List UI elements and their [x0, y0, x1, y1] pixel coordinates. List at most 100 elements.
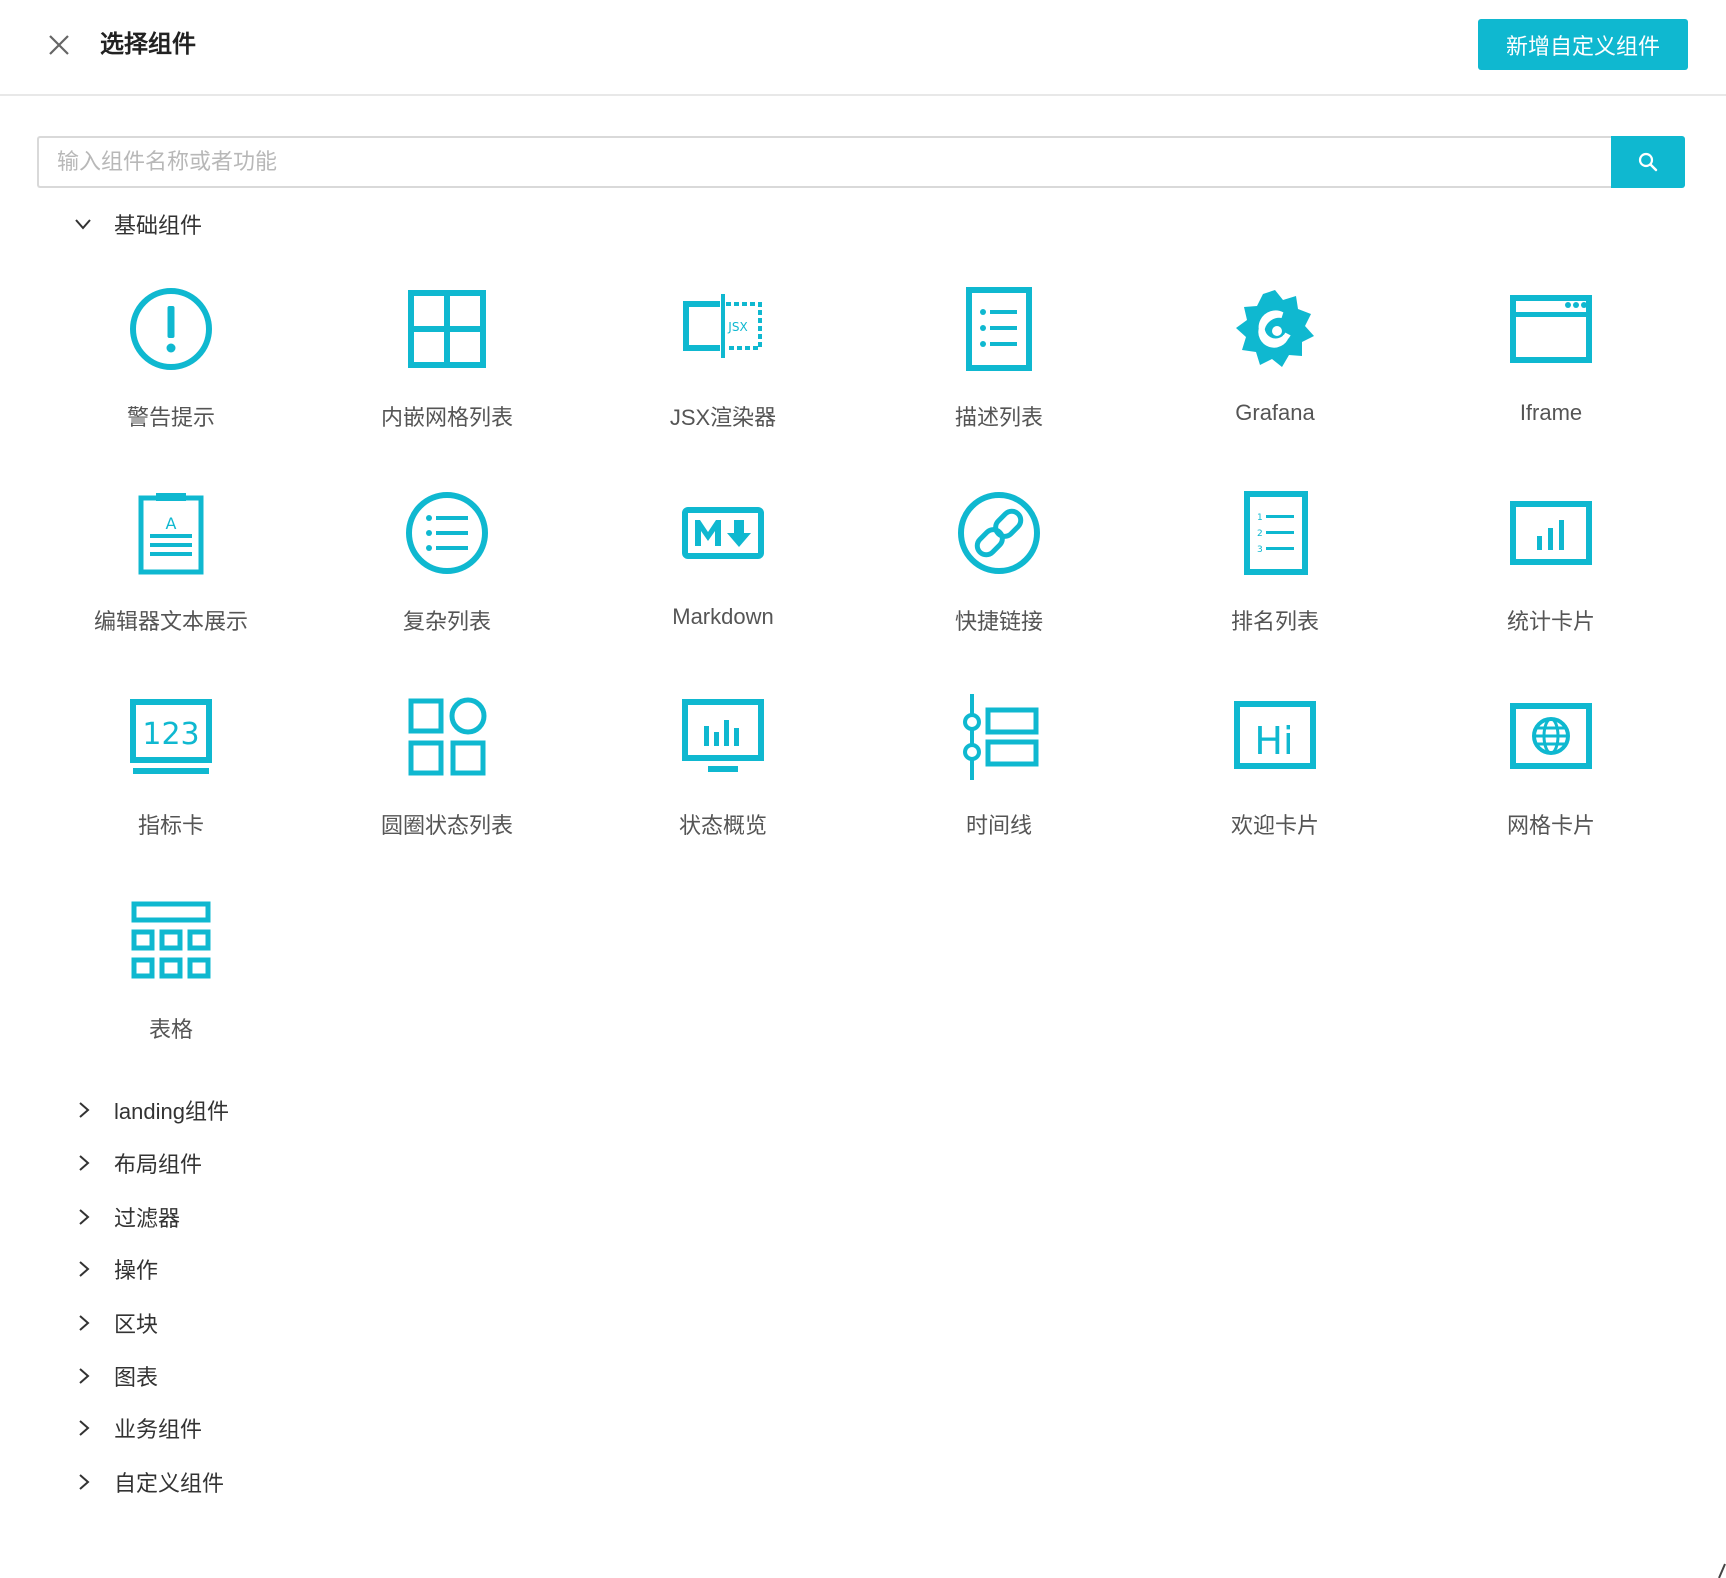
- component-tile-welcome-card[interactable]: Hi 欢迎卡片: [1137, 670, 1413, 874]
- group-header-basic[interactable]: 基础组件: [72, 206, 202, 242]
- group-label: 图表: [114, 1365, 159, 1390]
- component-tile-jsx[interactable]: JSX JSX渲染器: [585, 262, 861, 466]
- component-tile-timeline[interactable]: 时间线: [861, 670, 1137, 874]
- component-tile-markdown[interactable]: Markdown: [585, 466, 861, 670]
- tile-label: 圆圈状态列表: [380, 813, 513, 838]
- tile-label: 快捷链接: [954, 609, 1043, 634]
- component-tile-alert[interactable]: 警告提示: [33, 262, 309, 466]
- group-header-block[interactable]: 区块: [72, 1305, 158, 1341]
- jsx-icon: JSX: [683, 294, 762, 358]
- alert-icon: [130, 288, 212, 370]
- tile-label: 统计卡片: [1506, 609, 1595, 634]
- component-tile-table[interactable]: 表格: [33, 874, 309, 1078]
- svg-text:1: 1: [1257, 513, 1263, 523]
- stats-card-icon: [1510, 501, 1592, 565]
- group-header-layout[interactable]: 布局组件: [72, 1145, 202, 1181]
- tile-label: 编辑器文本展示: [93, 609, 248, 634]
- close-icon[interactable]: [44, 30, 74, 60]
- chevron-right-icon: [79, 1420, 90, 1436]
- group-label: 自定义组件: [114, 1471, 225, 1496]
- tile-label: 排名列表: [1230, 609, 1319, 634]
- status-overview-icon: [682, 699, 764, 772]
- group-header-custom[interactable]: 自定义组件: [72, 1464, 224, 1500]
- chevron-down-icon: [75, 219, 91, 230]
- group-label: 基础组件: [114, 213, 203, 238]
- svg-text:123: 123: [142, 717, 199, 752]
- circle-status-icon: [408, 697, 487, 776]
- group-label: 过滤器: [114, 1206, 181, 1231]
- tile-label: Iframe: [1519, 400, 1583, 425]
- ranking-list-icon: 1 2 3: [1244, 491, 1308, 575]
- svg-text:3: 3: [1257, 545, 1263, 555]
- add-custom-component-button[interactable]: 新增自定义组件: [1478, 19, 1688, 70]
- group-header-business[interactable]: 业务组件: [72, 1410, 202, 1446]
- svg-text:A: A: [166, 514, 177, 533]
- component-tile-grafana[interactable]: Grafana: [1137, 262, 1413, 466]
- chevron-right-icon: [79, 1209, 90, 1225]
- svg-text:2: 2: [1257, 529, 1263, 539]
- component-tile-complex-list[interactable]: 复杂列表: [309, 466, 585, 670]
- grafana-icon: [1236, 290, 1314, 367]
- component-tile-circle-status[interactable]: 圆圈状态列表: [309, 670, 585, 874]
- group-header-filter[interactable]: 过滤器: [72, 1199, 180, 1235]
- component-tile-ranking-list[interactable]: 1 2 3 排名列表: [1137, 466, 1413, 670]
- tile-label: 时间线: [965, 813, 1032, 838]
- tile-label: 欢迎卡片: [1230, 813, 1319, 838]
- tile-label: 内嵌网格列表: [380, 405, 513, 430]
- chevron-right-icon: [79, 1368, 90, 1384]
- metric-card-icon: 123: [130, 699, 212, 774]
- search-button[interactable]: [1611, 136, 1685, 188]
- group-label: 区块: [114, 1312, 159, 1337]
- group-label: 布局组件: [114, 1152, 203, 1177]
- tile-label: 警告提示: [126, 405, 215, 430]
- grid-list-icon: [408, 290, 486, 368]
- group-header-chart[interactable]: 图表: [72, 1358, 158, 1394]
- grid-card-icon: [1510, 703, 1592, 769]
- markdown-icon: [682, 507, 764, 559]
- tile-label: 状态概览: [678, 813, 767, 838]
- component-tile-quick-link[interactable]: 快捷链接: [861, 466, 1137, 670]
- tile-label: JSX渲染器: [669, 405, 777, 430]
- svg-text:JSX: JSX: [727, 320, 747, 334]
- table-icon: [131, 901, 211, 979]
- editor-text-icon: A: [138, 493, 204, 575]
- component-tile-stats-card[interactable]: 统计卡片: [1413, 466, 1689, 670]
- group-header-action[interactable]: 操作: [72, 1251, 158, 1287]
- tile-label: 网格卡片: [1506, 813, 1595, 838]
- resize-corner-icon: [1718, 1563, 1726, 1578]
- chevron-right-icon: [79, 1315, 90, 1331]
- tile-label: 描述列表: [954, 405, 1043, 430]
- component-tile-grid-list[interactable]: 内嵌网格列表: [309, 262, 585, 466]
- timeline-icon: [963, 694, 1039, 780]
- tile-label: Grafana: [1235, 400, 1315, 425]
- component-tile-description-list[interactable]: 描述列表: [861, 262, 1137, 466]
- chevron-right-icon: [79, 1155, 90, 1171]
- group-label: landing组件: [114, 1099, 229, 1124]
- link-icon: [958, 492, 1040, 574]
- welcome-card-icon: Hi: [1234, 701, 1316, 769]
- iframe-icon: [1510, 295, 1592, 363]
- group-label: 业务组件: [114, 1417, 203, 1442]
- search-icon: [1638, 152, 1658, 172]
- chevron-right-icon: [79, 1261, 90, 1277]
- group-header-landing[interactable]: landing组件: [72, 1092, 229, 1128]
- search-input[interactable]: [37, 136, 1611, 188]
- group-label: 操作: [114, 1258, 159, 1283]
- component-grid: 警告提示 内嵌网格列表 JSX JSX渲染器 描述列表 Grafana Ifra…: [33, 262, 1689, 1078]
- component-tile-grid-card[interactable]: 网格卡片: [1413, 670, 1689, 874]
- component-tile-metric-card[interactable]: 123 指标卡: [33, 670, 309, 874]
- chevron-right-icon: [79, 1474, 90, 1490]
- component-tile-iframe[interactable]: Iframe: [1413, 262, 1689, 466]
- component-tile-status-overview[interactable]: 状态概览: [585, 670, 861, 874]
- tile-label: 表格: [148, 1017, 193, 1042]
- complex-list-icon: [406, 492, 488, 574]
- component-tile-editor-text[interactable]: A 编辑器文本展示: [33, 466, 309, 670]
- tile-label: 复杂列表: [402, 609, 491, 634]
- tile-label: 指标卡: [137, 813, 204, 838]
- description-list-icon: [966, 287, 1032, 371]
- tile-label: Markdown: [672, 604, 774, 629]
- chevron-right-icon: [79, 1102, 90, 1118]
- search-bar: [37, 136, 1685, 188]
- dialog-title: 选择组件: [100, 31, 196, 58]
- svg-text:Hi: Hi: [1254, 719, 1293, 763]
